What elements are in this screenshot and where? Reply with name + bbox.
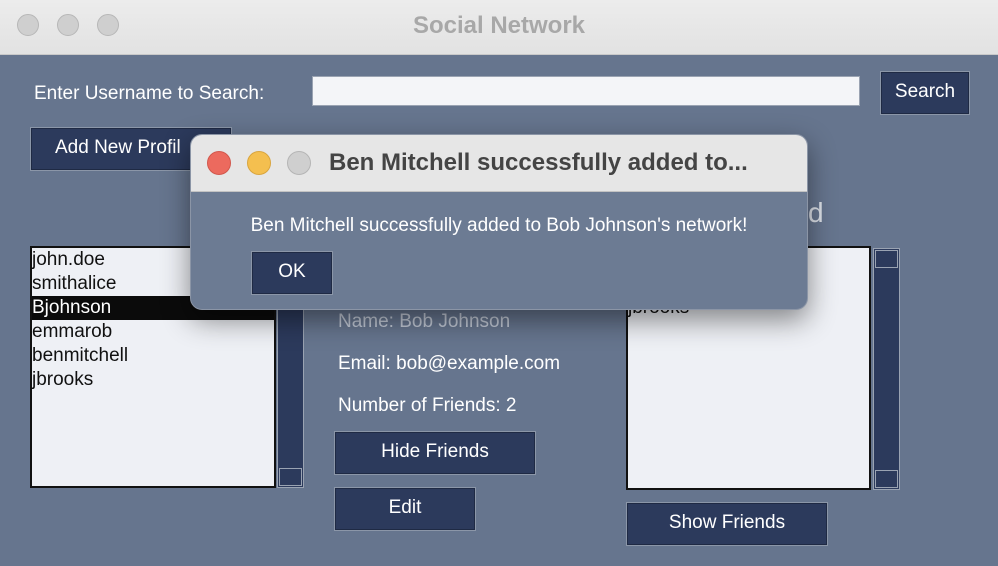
dialog-title: Ben Mitchell successfully added to... (329, 149, 748, 176)
dialog-titlebar: Ben Mitchell successfully added to... (191, 135, 807, 192)
show-friends-button[interactable]: Show Friends (626, 502, 828, 546)
profile-name: Name: Bob Johnson (338, 311, 511, 332)
scroll-down-arrow[interactable] (875, 470, 898, 488)
profile-email: Email: bob@example.com (338, 353, 561, 374)
success-dialog: Ben Mitchell successfully added to... Be… (190, 134, 808, 310)
profile-friend-count: Number of Friends: 2 (338, 395, 517, 416)
edit-button[interactable]: Edit (334, 487, 476, 531)
dialog-minimize-button[interactable] (247, 151, 271, 175)
list-item[interactable]: benmitchell (32, 344, 274, 368)
search-label: Enter Username to Search: (34, 83, 265, 104)
friends-scrollbar[interactable] (873, 248, 900, 490)
scroll-down-arrow[interactable] (279, 468, 302, 486)
dialog-message: Ben Mitchell successfully added to Bob J… (250, 215, 748, 236)
scroll-up-arrow[interactable] (875, 250, 898, 268)
main-content: Enter Username to Search: Search Add New… (0, 55, 998, 566)
window-title: Social Network (412, 12, 586, 39)
window-titlebar: Social Network (0, 0, 998, 55)
dialog-ok-button[interactable]: OK (251, 251, 333, 295)
search-button[interactable]: Search (880, 71, 970, 115)
hide-friends-button[interactable]: Hide Friends (334, 431, 536, 475)
list-item[interactable]: emmarob (32, 320, 274, 344)
dialog-close-button[interactable] (207, 151, 231, 175)
search-input[interactable] (312, 76, 860, 106)
friends-heading-fragment: d (808, 197, 824, 228)
list-item[interactable]: jbrooks (32, 368, 274, 392)
dialog-zoom-button[interactable] (287, 151, 311, 175)
